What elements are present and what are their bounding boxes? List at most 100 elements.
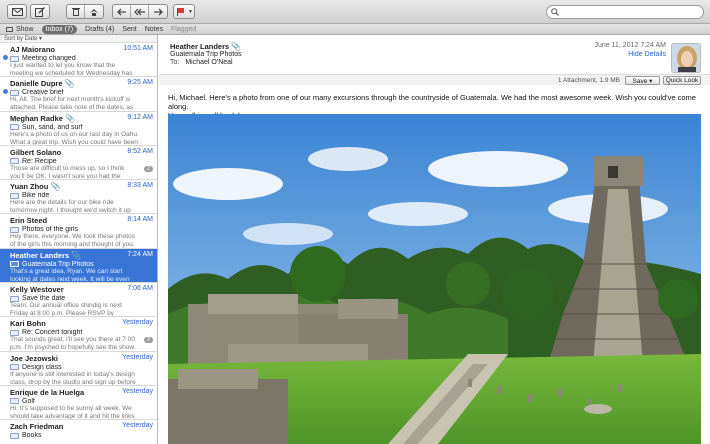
message-header: Heather Landers 📎 Guatemala Trip Photos … bbox=[159, 35, 710, 85]
message-row[interactable]: Heather Landers 📎 7:24 AM Guatemala Trip P… bbox=[0, 248, 157, 284]
message-row[interactable]: Yuan Zhou 📎 8:33 AM Bike ride Here are the … bbox=[0, 180, 157, 215]
reply-button[interactable] bbox=[113, 5, 131, 18]
message-row[interactable]: Erin Steed 8:14 AM Photos of the girls Hey … bbox=[0, 214, 157, 249]
message-subject: Bike ride bbox=[10, 192, 153, 199]
delete-button[interactable] bbox=[67, 5, 85, 18]
message-row[interactable]: AJ Maiorano 10:51 AM Meeting changed I just… bbox=[0, 43, 157, 78]
favorites-bar: Show Inbox (7) Drafts (4) Sent Notes Fla… bbox=[0, 24, 710, 35]
chevron-down-icon: ▼ bbox=[188, 8, 193, 15]
message-preview: Here are the details for our bike ride t… bbox=[10, 199, 131, 215]
message-preview: Those are difficult to mess up, so I thi… bbox=[10, 164, 125, 180]
message-subject: Re: Recipe bbox=[10, 158, 153, 165]
message-date: 9:25 AM bbox=[127, 79, 153, 87]
avatar bbox=[671, 43, 701, 73]
message-subject: Save the date bbox=[10, 295, 153, 302]
message-date: Yesterday bbox=[122, 353, 153, 361]
forward-button[interactable] bbox=[149, 5, 167, 18]
message-date: Yesterday bbox=[122, 319, 153, 327]
hide-details-link[interactable]: Hide Details bbox=[628, 51, 666, 58]
thread-count-badge[interactable]: 3 bbox=[143, 337, 153, 344]
to-label: To: bbox=[170, 59, 180, 66]
mail-type-icon bbox=[10, 55, 19, 62]
paperclip-icon: 📎 bbox=[50, 182, 61, 192]
show-mailboxes-button[interactable]: Show bbox=[6, 26, 34, 33]
message-from[interactable]: Heather Landers 📎 bbox=[170, 42, 241, 51]
message-row[interactable]: Meghan Radke 📎 9:12 AM Sun, sand, and surf… bbox=[0, 112, 157, 146]
mail-icon bbox=[11, 7, 23, 16]
message-preview bbox=[10, 439, 153, 444]
message-date: 8:52 AM bbox=[127, 147, 153, 155]
message-date: 9:12 AM bbox=[127, 113, 153, 121]
mail-type-icon bbox=[10, 158, 19, 165]
favorite-label: Sent bbox=[122, 25, 137, 33]
reading-pane: Heather Landers 📎 Guatemala Trip Photos … bbox=[159, 35, 710, 444]
quick-look-button[interactable]: Quick Look bbox=[663, 76, 701, 85]
message-row[interactable]: Enrique de la Huelga Yesterday Golf Hi. It'… bbox=[0, 386, 157, 421]
reply-all-button[interactable] bbox=[131, 5, 149, 18]
sender-name: Yuan Zhou bbox=[10, 182, 49, 192]
paperclip-icon: 📎 bbox=[65, 113, 75, 123]
search-input[interactable] bbox=[562, 7, 702, 17]
sender-name: Heather Landers bbox=[10, 250, 70, 260]
unread-dot bbox=[3, 55, 8, 60]
message-preview: If anyone is still interested in today's… bbox=[10, 370, 136, 386]
thread-count-badge[interactable]: 2 bbox=[143, 165, 153, 172]
favorite-sent[interactable]: Sent bbox=[122, 26, 136, 33]
search-field[interactable] bbox=[546, 5, 704, 19]
message-row[interactable]: Joe Jezowski Yesterday Design class If anyo… bbox=[0, 352, 157, 386]
message-list: Sort by Date ▾ AJ Maiorano 10:51 AM Meetin… bbox=[0, 35, 158, 444]
mail-type-icon bbox=[10, 295, 19, 302]
message-row[interactable]: Zach Friedman Yesterday Books bbox=[0, 420, 157, 444]
reply-all-icon bbox=[133, 8, 145, 15]
mail-type-icon bbox=[10, 124, 19, 131]
message-row[interactable]: Kelly Westover 7:06 AM Save the date Team: … bbox=[0, 283, 157, 318]
subject-text: Re: Recipe bbox=[22, 157, 57, 165]
message-preview: Team: Our annual office shindig is next … bbox=[10, 302, 122, 318]
message-row[interactable]: Danielle Dupre 📎 9:25 AM Creative brief Hi,… bbox=[0, 77, 157, 112]
junk-button[interactable] bbox=[85, 5, 103, 18]
message-date: 10:51 AM bbox=[123, 45, 153, 52]
subject-text: Sun, sand, and surf bbox=[22, 123, 83, 131]
subject-text: Design class bbox=[22, 363, 62, 371]
message-row[interactable]: Kari Bohn Yesterday Re: Concert tonight Tha… bbox=[0, 317, 157, 352]
mail-type-icon bbox=[10, 192, 19, 199]
message-date: 8:33 AM bbox=[127, 182, 153, 190]
favorite-notes[interactable]: Notes bbox=[145, 26, 163, 33]
sender-photo bbox=[672, 44, 700, 72]
message-subject: Meeting changed bbox=[10, 55, 153, 62]
attachment-info: 1 Attachment, 1.9 MB bbox=[557, 77, 620, 84]
sender-name: Gilbert Solano bbox=[10, 147, 62, 157]
sender-name: Enrique de la Huelga bbox=[10, 387, 85, 397]
flag-button[interactable]: ▼ bbox=[173, 4, 195, 19]
message-preview: That sounds great. I'll see you there at… bbox=[10, 336, 136, 352]
favorite-inbox[interactable]: Inbox (7) bbox=[41, 24, 78, 34]
compose-icon bbox=[35, 6, 45, 17]
message-subject: Books bbox=[10, 432, 153, 439]
forward-icon bbox=[154, 8, 163, 15]
mail-type-icon bbox=[10, 261, 19, 268]
favorite-label: Notes bbox=[144, 25, 164, 33]
sender-name: AJ Maiorano bbox=[10, 45, 56, 54]
message-subject: Golf bbox=[10, 398, 153, 405]
message-subject: Creative brief bbox=[10, 89, 153, 96]
subject-text: Guatemala Trip Photos bbox=[22, 260, 94, 268]
pyramid-photo bbox=[168, 114, 701, 444]
sort-menu[interactable]: Sort by Date ▾ bbox=[0, 35, 157, 43]
attached-photo[interactable] bbox=[168, 114, 701, 444]
save-attachment-button[interactable]: Save ▾ bbox=[625, 76, 660, 85]
message-date: 8:14 AM bbox=[127, 216, 153, 224]
message-preview: Hi. It's supposed to be sunny all week. … bbox=[10, 404, 135, 420]
subject-text: Photos of the girls bbox=[22, 226, 79, 234]
favorite-drafts[interactable]: Drafts (4) bbox=[85, 26, 114, 33]
compose-button[interactable] bbox=[30, 4, 50, 19]
message-subject: Re: Concert tonight bbox=[10, 329, 153, 336]
get-mail-button[interactable] bbox=[7, 4, 27, 19]
sender-name: Heather Landers bbox=[170, 42, 230, 51]
recipient-name[interactable]: Michael O'Neal bbox=[185, 59, 232, 66]
search-icon bbox=[551, 8, 559, 16]
reply-group bbox=[112, 4, 168, 19]
favorite-label: Inbox (7) bbox=[45, 25, 74, 33]
sender-name: Kari Bohn bbox=[10, 319, 46, 329]
message-row[interactable]: Gilbert Solano 8:52 AM Re: Recipe Those are… bbox=[0, 146, 157, 181]
favorite-flagged[interactable]: Flagged bbox=[171, 26, 196, 33]
